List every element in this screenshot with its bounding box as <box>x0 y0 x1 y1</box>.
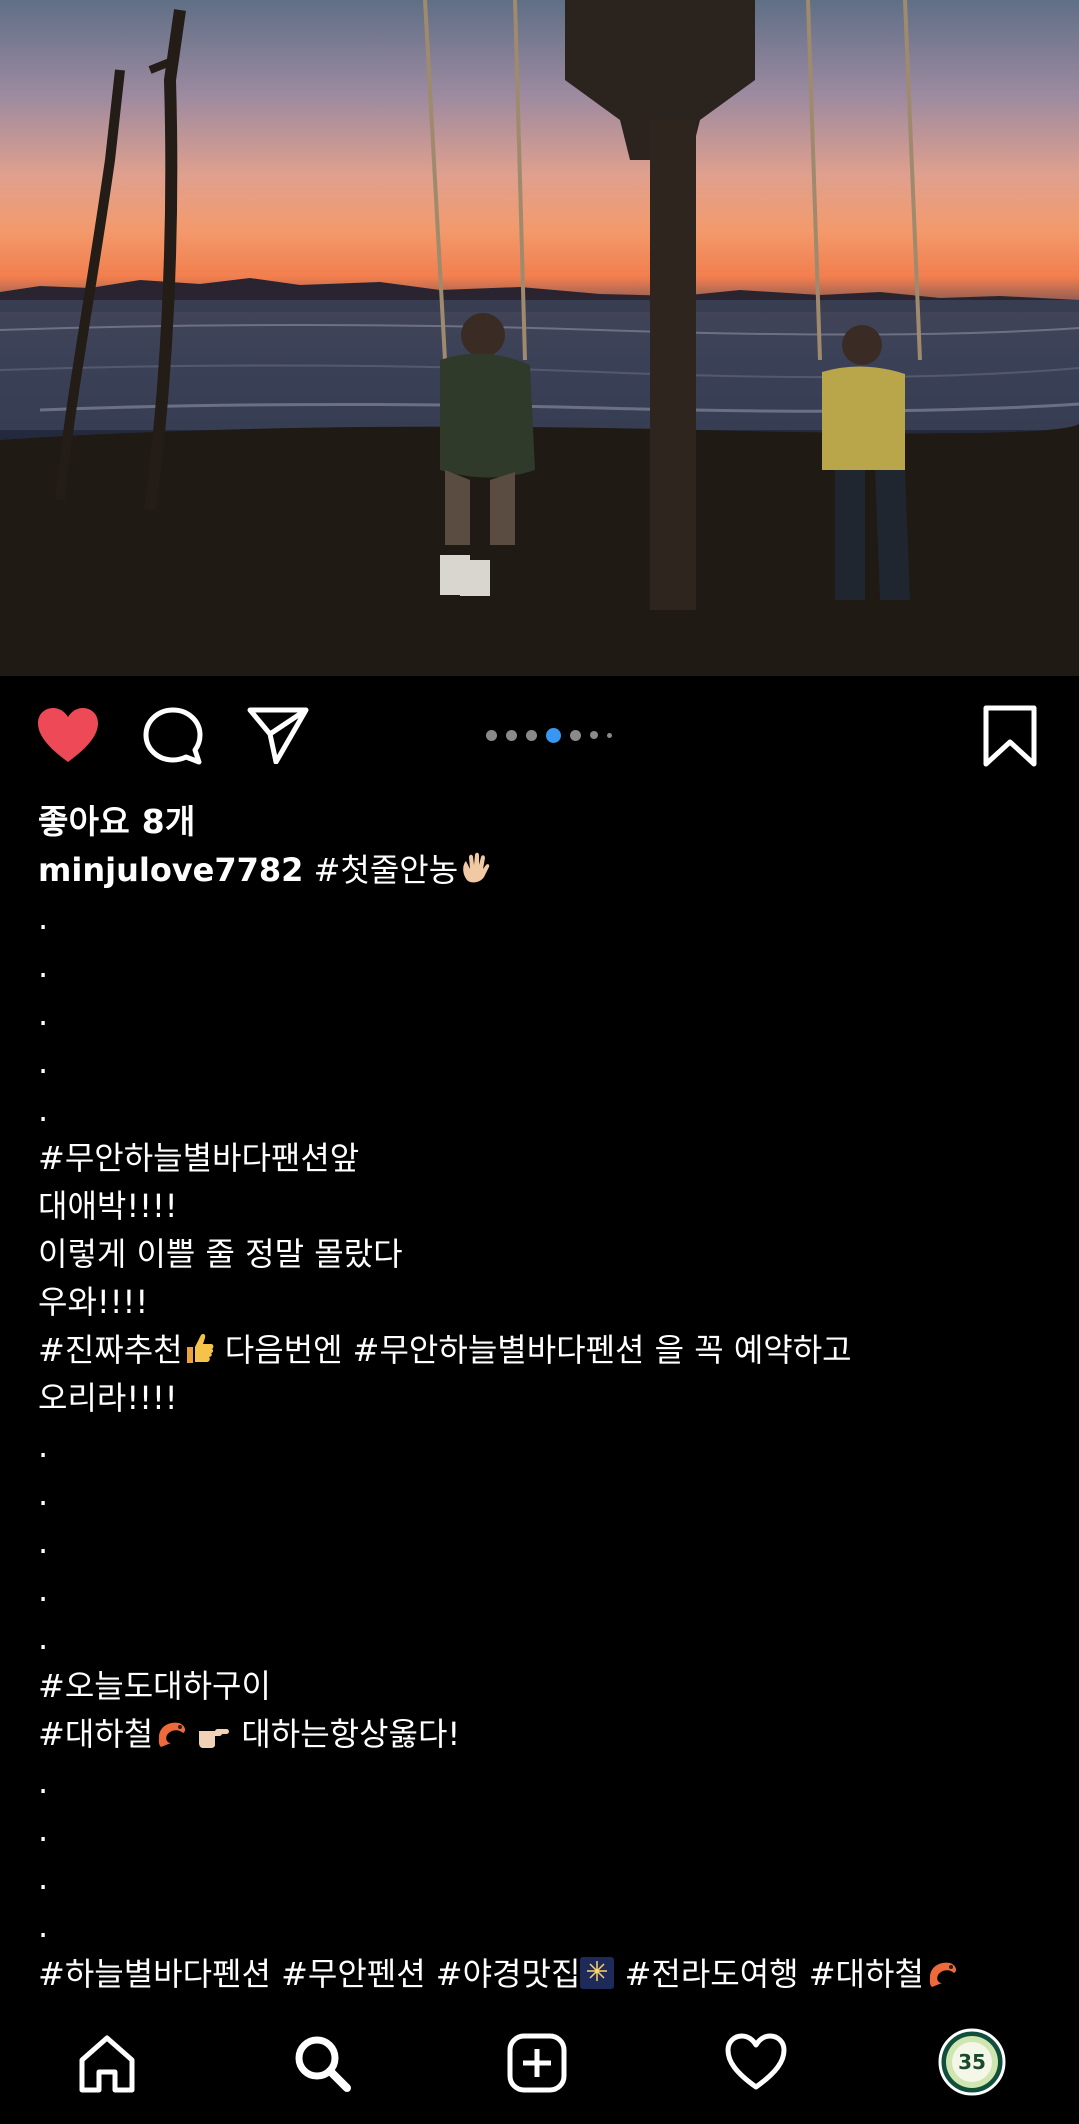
carousel-dot-active <box>546 727 561 743</box>
hashtag[interactable]: #첫줄안농 <box>314 851 459 889</box>
bottom-navigation: 35 <box>0 2010 1079 2124</box>
caption-line: . <box>38 1763 49 1801</box>
post-caption: minjulove7782 #첫줄안농 . . . . . #무안하늘별바다팬션… <box>38 846 1048 1998</box>
comment-icon[interactable] <box>142 706 204 766</box>
thumbs-up-emoji-icon <box>183 1330 215 1378</box>
caption-text: 대하는항상옳다! <box>231 1715 461 1753</box>
caption-line: . <box>38 1043 49 1081</box>
hashtag[interactable]: #오늘도대하구이 <box>38 1662 1048 1710</box>
shrimp-emoji-icon <box>153 1714 189 1762</box>
caption-line: #대하철 대하는항상옳다! <box>38 1710 1048 1758</box>
caption-line: #하늘별바다펜션 #무안펜션 #야경맛집 #전라도여행 #대하철 <box>38 1950 1048 1998</box>
caption-line: . <box>38 1091 49 1129</box>
caption-text: 다음번엔 #무안하늘별바다펜션 을 꼭 예약하고 <box>214 1331 852 1369</box>
pointing-right-emoji-icon <box>197 1714 231 1762</box>
carousel-dot <box>570 729 581 741</box>
caption-line: 우와!!!! <box>38 1283 149 1321</box>
caption-line: . <box>38 995 49 1033</box>
activity-heart-icon[interactable] <box>724 2032 788 2092</box>
caption-line: . <box>38 899 49 937</box>
username[interactable]: minjulove7782 <box>38 851 303 889</box>
caption-line: . <box>38 1811 49 1849</box>
hashtag[interactable]: #하늘별바다펜션 #무안펜션 #야경맛집 <box>38 1955 580 1993</box>
caption-line: . <box>38 1619 49 1657</box>
caption-line: . <box>38 1475 49 1513</box>
hashtag[interactable]: #전라도여행 #대하철 <box>614 1955 924 1993</box>
profile-avatar[interactable]: 35 <box>938 2028 1006 2096</box>
save-bookmark-icon[interactable] <box>982 704 1038 768</box>
share-icon[interactable] <box>246 706 310 764</box>
shrimp-emoji-icon <box>924 1954 960 2002</box>
hashtag[interactable]: #대하철 <box>38 1715 153 1753</box>
post-photo[interactable] <box>0 0 1079 676</box>
caption-line: . <box>38 1427 49 1465</box>
hashtag[interactable]: #무안하늘별바다팬션앞 <box>38 1134 1048 1182</box>
likes-count[interactable]: 좋아요 8개 <box>38 795 196 843</box>
carousel-dot <box>607 732 612 738</box>
caption-line: minjulove7782 #첫줄안농 <box>38 846 1048 894</box>
waving-hand-emoji-icon <box>458 850 492 898</box>
caption-line: #진짜추천 다음번엔 #무안하늘별바다펜션 을 꼭 예약하고 <box>38 1326 1048 1374</box>
hashtag[interactable]: #진짜추천 <box>38 1331 183 1369</box>
caption-line: 이렇게 이쁠 줄 정말 몰랐다 <box>38 1235 403 1273</box>
photo-scene <box>0 0 1079 676</box>
home-icon[interactable] <box>76 2032 138 2094</box>
caption-line: . <box>38 1907 49 1945</box>
carousel-indicator <box>486 727 621 743</box>
night-fireworks-emoji-icon <box>580 1954 615 2002</box>
caption-line: 대애박!!!! <box>38 1187 178 1225</box>
add-post-icon[interactable] <box>506 2032 568 2094</box>
avatar-text: 35 <box>958 2050 986 2074</box>
search-icon[interactable] <box>291 2032 353 2094</box>
carousel-dot <box>486 729 497 741</box>
carousel-dot <box>590 731 598 739</box>
caption-line: 오리라!!!! <box>38 1379 178 1417</box>
like-heart-icon[interactable] <box>36 706 100 764</box>
carousel-dot <box>506 729 517 741</box>
caption-line: . <box>38 947 49 985</box>
caption-line: . <box>38 1859 49 1897</box>
caption-line: . <box>38 1523 49 1561</box>
caption-line: . <box>38 1571 49 1609</box>
carousel-dot <box>526 729 537 741</box>
